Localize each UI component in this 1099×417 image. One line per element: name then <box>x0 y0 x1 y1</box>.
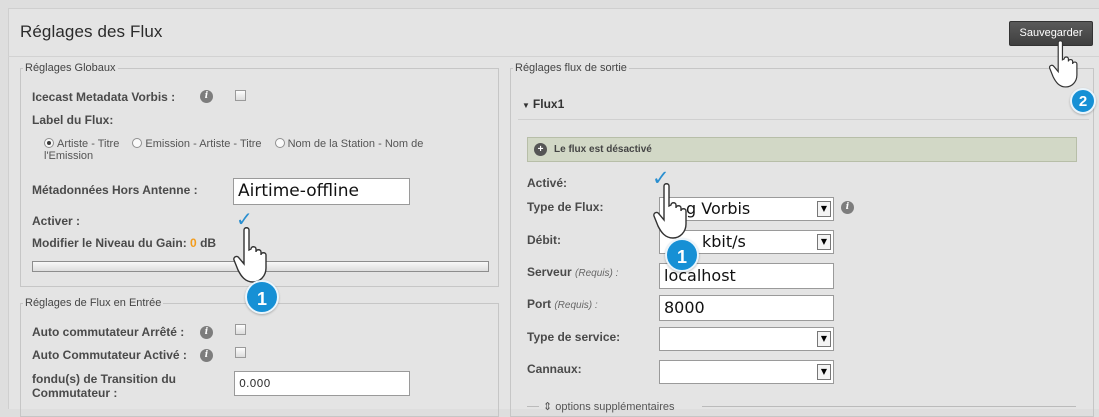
title-divider <box>8 56 1099 57</box>
radio-option-artist-title[interactable]: Artiste - Titre <box>44 138 119 150</box>
channels-select[interactable]: ▼ <box>659 360 834 384</box>
hand-pointer-icon <box>653 183 687 239</box>
fade-label-line1: fondu(s) de Transition du <box>32 372 176 386</box>
port-label: Port (Requis) : <box>527 297 598 311</box>
active-label: Activé: <box>527 176 568 190</box>
radio-button[interactable] <box>274 138 285 148</box>
bitrate-label: Débit: <box>527 233 561 247</box>
activer-label: Activer : <box>32 214 81 228</box>
auto-switch-off-checkbox[interactable] <box>235 324 246 335</box>
chevron-down-icon: ▼ <box>817 364 831 380</box>
chevron-down-icon: ▼ <box>817 234 831 250</box>
extra-options-toggle[interactable]: ⇕ options supplémentaires <box>543 400 675 413</box>
fade-input[interactable]: 0.000 <box>234 371 410 396</box>
chevron-down-icon: ▼ <box>817 331 831 347</box>
port-input[interactable]: 8000 <box>659 295 834 321</box>
step-badge-2: 2 <box>1070 88 1096 114</box>
auto-switch-off-label: Auto commutateur Arrêté : <box>32 325 185 339</box>
stream-label-radio-group: Artiste - Titre Emission - Artiste - Tit… <box>44 138 484 162</box>
gain-label: Modifier le Niveau du Gain: 0 dB <box>32 236 217 250</box>
fade-label-line2: Commutateur : <box>32 386 118 400</box>
step-badge-1: 1 <box>665 238 699 272</box>
status-text: Le flux est désactivé <box>554 144 652 155</box>
radio-option-show-artist-title[interactable]: Emission - Artiste - Titre <box>132 138 262 150</box>
status-bar: + Le flux est désactivé <box>527 137 1077 162</box>
label-du-flux-label: Label du Flux: <box>32 113 114 127</box>
metadata-vorbis-checkbox[interactable] <box>235 90 246 101</box>
step-badge-1: 1 <box>245 280 279 314</box>
page-title: Réglages des Flux <box>20 22 163 41</box>
auto-switch-on-label: Auto Commutateur Activé : <box>32 348 187 362</box>
service-type-label: Type de service: <box>527 330 621 344</box>
channels-label: Cannaux: <box>527 362 582 376</box>
info-icon[interactable]: i <box>200 90 213 103</box>
service-type-select[interactable]: ▼ <box>659 327 834 351</box>
radio-button[interactable] <box>132 138 143 148</box>
flux-divider <box>518 119 1089 120</box>
options-divider <box>527 406 539 407</box>
radio-button[interactable] <box>44 138 54 148</box>
hand-pointer-icon <box>233 227 267 283</box>
hand-pointer-icon <box>1048 40 1078 88</box>
plus-icon[interactable]: + <box>534 143 547 156</box>
info-icon[interactable]: i <box>841 201 854 214</box>
stream-type-label: Type de Flux: <box>527 200 604 214</box>
gain-value: 0 <box>190 236 197 250</box>
options-divider <box>702 406 1076 407</box>
metadata-vorbis-label: Icecast Metadata Vorbis : <box>32 90 176 104</box>
chevron-down-icon: ▼ <box>522 101 530 110</box>
info-icon[interactable]: i <box>200 326 213 339</box>
info-icon[interactable]: i <box>200 349 213 362</box>
chevron-down-icon: ▼ <box>817 201 831 217</box>
server-label: Serveur (Requis) : <box>527 265 619 279</box>
offline-metadata-label: Métadonnées Hors Antenne : <box>32 183 198 197</box>
output-settings-legend: Réglages flux de sortie <box>515 62 627 74</box>
flux1-toggle[interactable]: ▼ Flux1 <box>518 97 1089 117</box>
global-settings-legend: Réglages Globaux <box>25 62 116 74</box>
input-settings-legend: Réglages de Flux en Entrée <box>25 297 162 309</box>
auto-switch-on-checkbox[interactable] <box>235 347 246 358</box>
expand-icon: ⇕ <box>543 401 556 413</box>
offline-metadata-input[interactable]: Airtime-offline <box>233 178 410 205</box>
